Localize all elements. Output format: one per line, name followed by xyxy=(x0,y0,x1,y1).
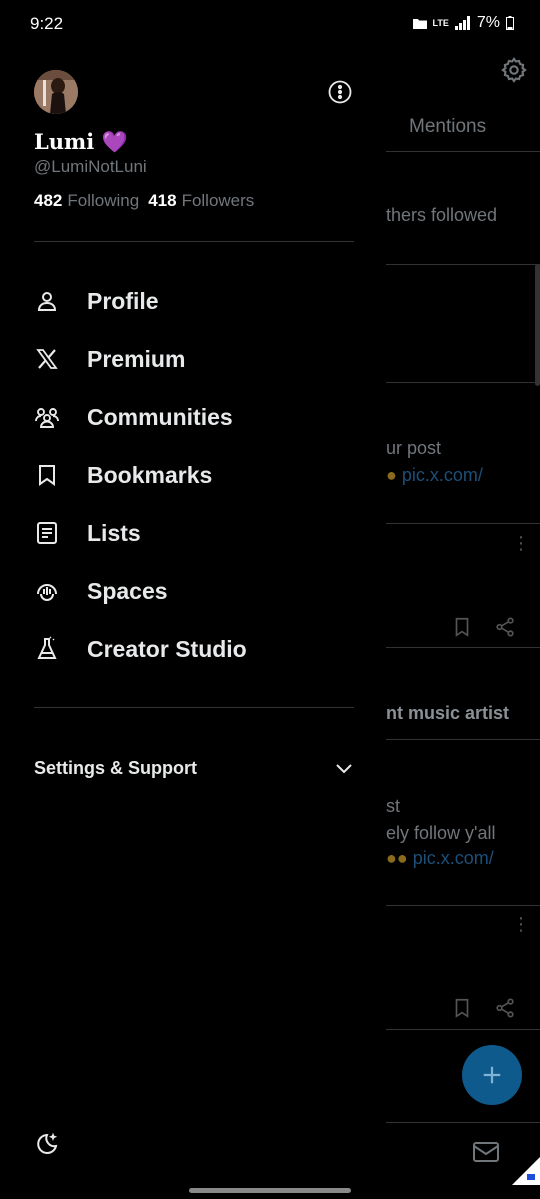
share-icon[interactable] xyxy=(494,616,516,638)
list-icon xyxy=(34,520,60,546)
feed-divider xyxy=(386,1029,540,1030)
menu-item-label: Profile xyxy=(87,287,159,314)
spaces-icon xyxy=(34,578,60,604)
feed-divider xyxy=(386,382,540,383)
scrollbar[interactable] xyxy=(535,264,540,386)
feed-divider xyxy=(386,905,540,906)
menu-item-label: Lists xyxy=(87,519,141,546)
dark-mode-moon-icon[interactable] xyxy=(34,1131,60,1157)
more-options-icon[interactable] xyxy=(328,80,352,104)
home-indicator[interactable] xyxy=(189,1188,351,1193)
bottom-nav-divider xyxy=(386,1122,540,1123)
menu-item-label: Communities xyxy=(87,403,233,430)
bookmark-icon xyxy=(34,462,60,488)
tab-mentions[interactable]: Mentions xyxy=(409,116,486,138)
compose-button[interactable] xyxy=(462,1045,522,1105)
flask-icon xyxy=(34,636,60,662)
bookmark-icon[interactable] xyxy=(451,616,473,638)
communities-icon xyxy=(34,404,60,430)
network-type: LTE xyxy=(432,17,449,28)
status-bar: 9:22 LTE 7% xyxy=(0,0,540,48)
battery-percent: 7% xyxy=(476,14,500,31)
menu-item-label: Creator Studio xyxy=(87,635,247,662)
menu-item-label: Spaces xyxy=(87,577,168,604)
bookmark-icon[interactable] xyxy=(451,997,473,1019)
following-link[interactable]: 482 Following xyxy=(34,191,139,211)
menu-item-label: Bookmarks xyxy=(87,461,213,488)
feed-divider xyxy=(386,647,540,648)
menu-item-creator-studio[interactable]: Creator Studio xyxy=(34,624,354,674)
feed-divider xyxy=(386,151,540,152)
feed-snippet: ely follow y'all xyxy=(386,823,496,843)
feed-snippet: st xyxy=(386,796,401,816)
signal-icon xyxy=(454,16,470,30)
feed-snippet: ur post xyxy=(386,438,442,458)
settings-support-toggle[interactable]: Settings & Support xyxy=(34,754,354,782)
menu-item-lists[interactable]: Lists xyxy=(34,508,354,558)
menu-item-spaces[interactable]: Spaces xyxy=(34,566,354,616)
user-handle: @LumiNotLuni xyxy=(34,157,147,176)
feed-link[interactable]: ●● pic.x.com/ xyxy=(386,848,494,869)
menu-item-bookmarks[interactable]: Bookmarks xyxy=(34,450,354,500)
display-name[interactable]: Lumi 💜 xyxy=(34,129,128,155)
drawer-divider xyxy=(34,241,354,242)
follow-stats: 482 Following 418 Followers xyxy=(34,191,254,211)
feed-divider xyxy=(386,739,540,740)
plus-icon xyxy=(483,1066,501,1084)
feed-snippet: nt music artist xyxy=(386,703,510,723)
feed-link[interactable]: ● pic.x.com/ xyxy=(386,465,483,486)
screen-corner-badge-icon xyxy=(512,1157,540,1185)
navigation-drawer: Lumi 💜 @LumiNotLuni 482 Following 418 Foll… xyxy=(0,0,386,1199)
messages-icon[interactable] xyxy=(472,1140,500,1164)
settings-gear-icon[interactable] xyxy=(500,56,528,84)
followers-link[interactable]: 418 Followers xyxy=(148,191,254,211)
menu-item-profile[interactable]: Profile xyxy=(34,276,354,326)
person-icon xyxy=(34,288,60,314)
feed-snippet: thers followed xyxy=(386,205,498,225)
x-logo-icon xyxy=(34,346,60,372)
status-icons: LTE 7% xyxy=(412,14,514,32)
settings-support-label: Settings & Support xyxy=(34,757,197,778)
name-emoji: 💜 xyxy=(101,129,128,154)
menu-item-label: Premium xyxy=(87,345,186,372)
avatar[interactable] xyxy=(34,70,78,114)
feed-divider xyxy=(386,264,540,265)
drawer-divider xyxy=(34,707,354,708)
chevron-down-icon xyxy=(336,764,352,774)
share-icon[interactable] xyxy=(494,997,516,1019)
avatar-photo xyxy=(34,70,78,114)
menu-item-premium[interactable]: Premium xyxy=(34,334,354,384)
media-folder-icon xyxy=(412,19,427,29)
status-time: 9:22 xyxy=(30,14,64,33)
post-more-icon[interactable]: ⋮ xyxy=(512,914,530,935)
feed-divider xyxy=(386,523,540,524)
post-more-icon[interactable]: ⋮ xyxy=(512,533,530,554)
battery-icon xyxy=(506,16,514,30)
menu-item-communities[interactable]: Communities xyxy=(34,392,354,442)
